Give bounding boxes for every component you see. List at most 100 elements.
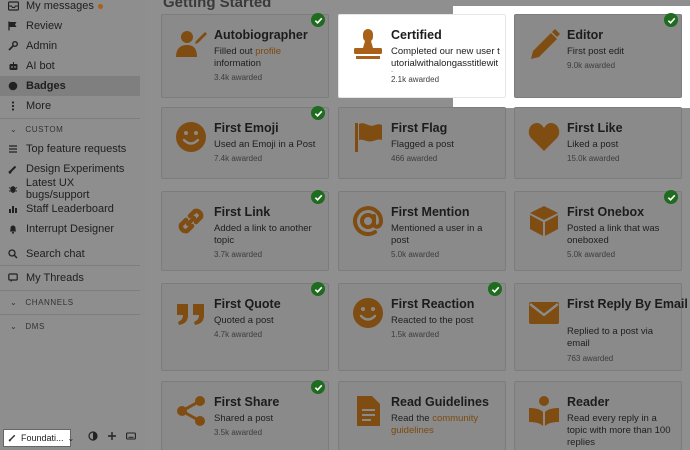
badge-name[interactable]: Read Guidelines [391, 395, 489, 409]
sidebar-item-search-chat[interactable]: Search chat [0, 244, 140, 264]
sidebar-item-my-messages[interactable]: My messages [0, 0, 140, 16]
document-icon [351, 394, 385, 428]
badge-description-link[interactable]: profile [255, 46, 281, 57]
badge-description: Liked a post [567, 139, 619, 150]
badge-name[interactable]: First Like [567, 121, 623, 135]
badge-card[interactable]: First Mention Mentioned a user in a post 5… [338, 191, 506, 271]
badge-name[interactable]: First Share [214, 395, 279, 409]
badge-name[interactable]: Autobiographer [214, 28, 308, 42]
badge-card[interactable]: First Quote Quoted a post 4.7k awarded [161, 282, 329, 371]
reader-icon [527, 394, 561, 428]
sidebar-item-label: Top feature requests [26, 143, 127, 155]
divider [0, 118, 140, 119]
sidebar-item-top-feature-requests[interactable]: Top feature requests [0, 139, 140, 159]
badge-card[interactable]: Reader Read every reply in a topic with m… [514, 381, 682, 450]
sidebar-item-my-threads[interactable]: My Threads [0, 268, 140, 288]
badge-name[interactable]: First Quote [214, 297, 281, 311]
section-header-channels[interactable]: ⌄ CHANNELS [10, 298, 74, 307]
divider [0, 265, 140, 266]
add-icon[interactable] [107, 431, 117, 444]
badge-card[interactable]: First Flag Flagged a post 466 awarded [338, 107, 506, 179]
section-header-dms[interactable]: ⌄ DMS [10, 322, 45, 331]
badge-name[interactable]: First Onebox [567, 205, 644, 219]
sidebar-item-staff-leaderboard[interactable]: Staff Leaderboard [0, 199, 140, 219]
badge-description: Replied to a post via email [567, 326, 654, 349]
check-icon [488, 282, 502, 296]
badge-name[interactable]: First Mention [391, 205, 469, 219]
check-icon [311, 13, 325, 27]
section-header-custom[interactable]: ⌄ CUSTOM [10, 125, 63, 134]
badge-card[interactable]: First Like Liked a post 15.0k awarded [514, 107, 682, 179]
badge-card[interactable]: Read Guidelines Read the community guidel… [338, 381, 506, 450]
badge-name[interactable]: Certified [391, 28, 442, 42]
chart-icon [6, 204, 20, 214]
badge-description: Quoted a post [214, 315, 274, 326]
badge-name[interactable]: First Emoji [214, 121, 279, 135]
badge-card[interactable]: First Onebox Posted a link that was onebo… [514, 190, 682, 271]
link-icon [174, 204, 208, 238]
badge-card[interactable]: First Share Shared a post 3.5k awarded [161, 380, 329, 450]
badge-award-count: 3.4k awarded [214, 73, 263, 82]
sidebar-item-label: Staff Leaderboard [26, 203, 114, 215]
keyboard-icon[interactable] [126, 431, 136, 444]
sidebar-item-label: AI bot [26, 60, 55, 72]
sidebar-item-badges[interactable]: Badges [0, 76, 140, 96]
badge-award-count: 466 awarded [391, 154, 438, 163]
theme-selector[interactable]: Foundati... ⌄ [3, 429, 74, 447]
badge-description-text: information [214, 58, 261, 69]
sidebar-item-label: Admin [26, 40, 58, 52]
flag-icon [351, 120, 385, 154]
smile-icon [174, 120, 208, 154]
bug-icon [6, 184, 20, 194]
badge-award-count: 2.1k awarded [391, 75, 440, 84]
badge-card[interactable]: First Reaction Reacted to the post 1.5k aw… [338, 282, 506, 371]
sidebar-item-label: Design Experiments [26, 163, 125, 175]
sidebar-item-design-experiments[interactable]: Design Experiments [0, 159, 140, 179]
stamp-icon [351, 27, 385, 61]
badge-description: Read the community guidelines [391, 413, 501, 437]
badge-card[interactable]: Certified Completed our new user tutorial… [338, 14, 506, 98]
list-icon [6, 144, 20, 154]
sidebar-item-more[interactable]: More [0, 96, 140, 116]
badge-description: Mentioned a user in a post [391, 223, 483, 246]
sidebar-item-label: My Threads [26, 272, 84, 284]
share-icon [174, 394, 208, 428]
badge-card[interactable]: First Reply By Email Replied to a post vi… [514, 283, 688, 371]
badge-award-count: 5.0k awarded [391, 250, 440, 259]
badge-card[interactable]: First Emoji Used an Emoji in a Post 7.4k a… [161, 106, 329, 179]
divider [0, 314, 140, 315]
badge-description: Shared a post [214, 413, 274, 424]
sidebar-item-label: Interrupt Designer [26, 223, 115, 235]
badge-name[interactable]: First Link [214, 205, 270, 219]
badge-description-text: Read the [391, 413, 433, 424]
badge-name[interactable]: Editor [567, 28, 603, 42]
badge-description: First post edit [567, 46, 625, 57]
sidebar-item-label: Search chat [26, 248, 85, 260]
sidebar-item-ai-bot[interactable]: AI bot [0, 56, 140, 76]
sidebar: My messages Review Admin AI bot Badges M… [0, 0, 145, 450]
sidebar-item-admin[interactable]: Admin [0, 36, 140, 56]
badge-card[interactable]: First Link Added a link to another topic 3… [161, 190, 329, 271]
badge-description-text: Filled out [214, 46, 256, 57]
badge-name[interactable]: Reader [567, 395, 609, 409]
badge-name[interactable]: First Reply By Email [567, 297, 688, 311]
badge-card[interactable]: Editor First post edit 9.0k awarded [514, 13, 682, 98]
sidebar-item-interrupt-designer[interactable]: Interrupt Designer [0, 219, 140, 239]
badge-description: Used an Emoji in a Post [214, 139, 316, 150]
inbox-icon [6, 1, 20, 11]
badge-award-count: 3.7k awarded [214, 250, 263, 259]
contrast-icon[interactable] [88, 431, 98, 444]
badge-name[interactable]: First Flag [391, 121, 447, 135]
check-icon [311, 106, 325, 120]
badge-card[interactable]: Autobiographer Filled out profile informa… [161, 13, 329, 98]
more-vertical-icon [6, 101, 20, 111]
badge-description: Reacted to the post [391, 315, 474, 326]
brush-icon [8, 433, 17, 444]
check-icon [311, 190, 325, 204]
sidebar-item-review[interactable]: Review [0, 16, 140, 36]
sidebar-item-latest-ux-bugs[interactable]: Latest UX bugs/support [0, 177, 140, 201]
chevron-down-icon: ⌄ [67, 433, 75, 443]
badge-name[interactable]: First Reaction [391, 297, 474, 311]
section-header-label: CUSTOM [25, 125, 64, 134]
quote-icon [174, 296, 208, 330]
